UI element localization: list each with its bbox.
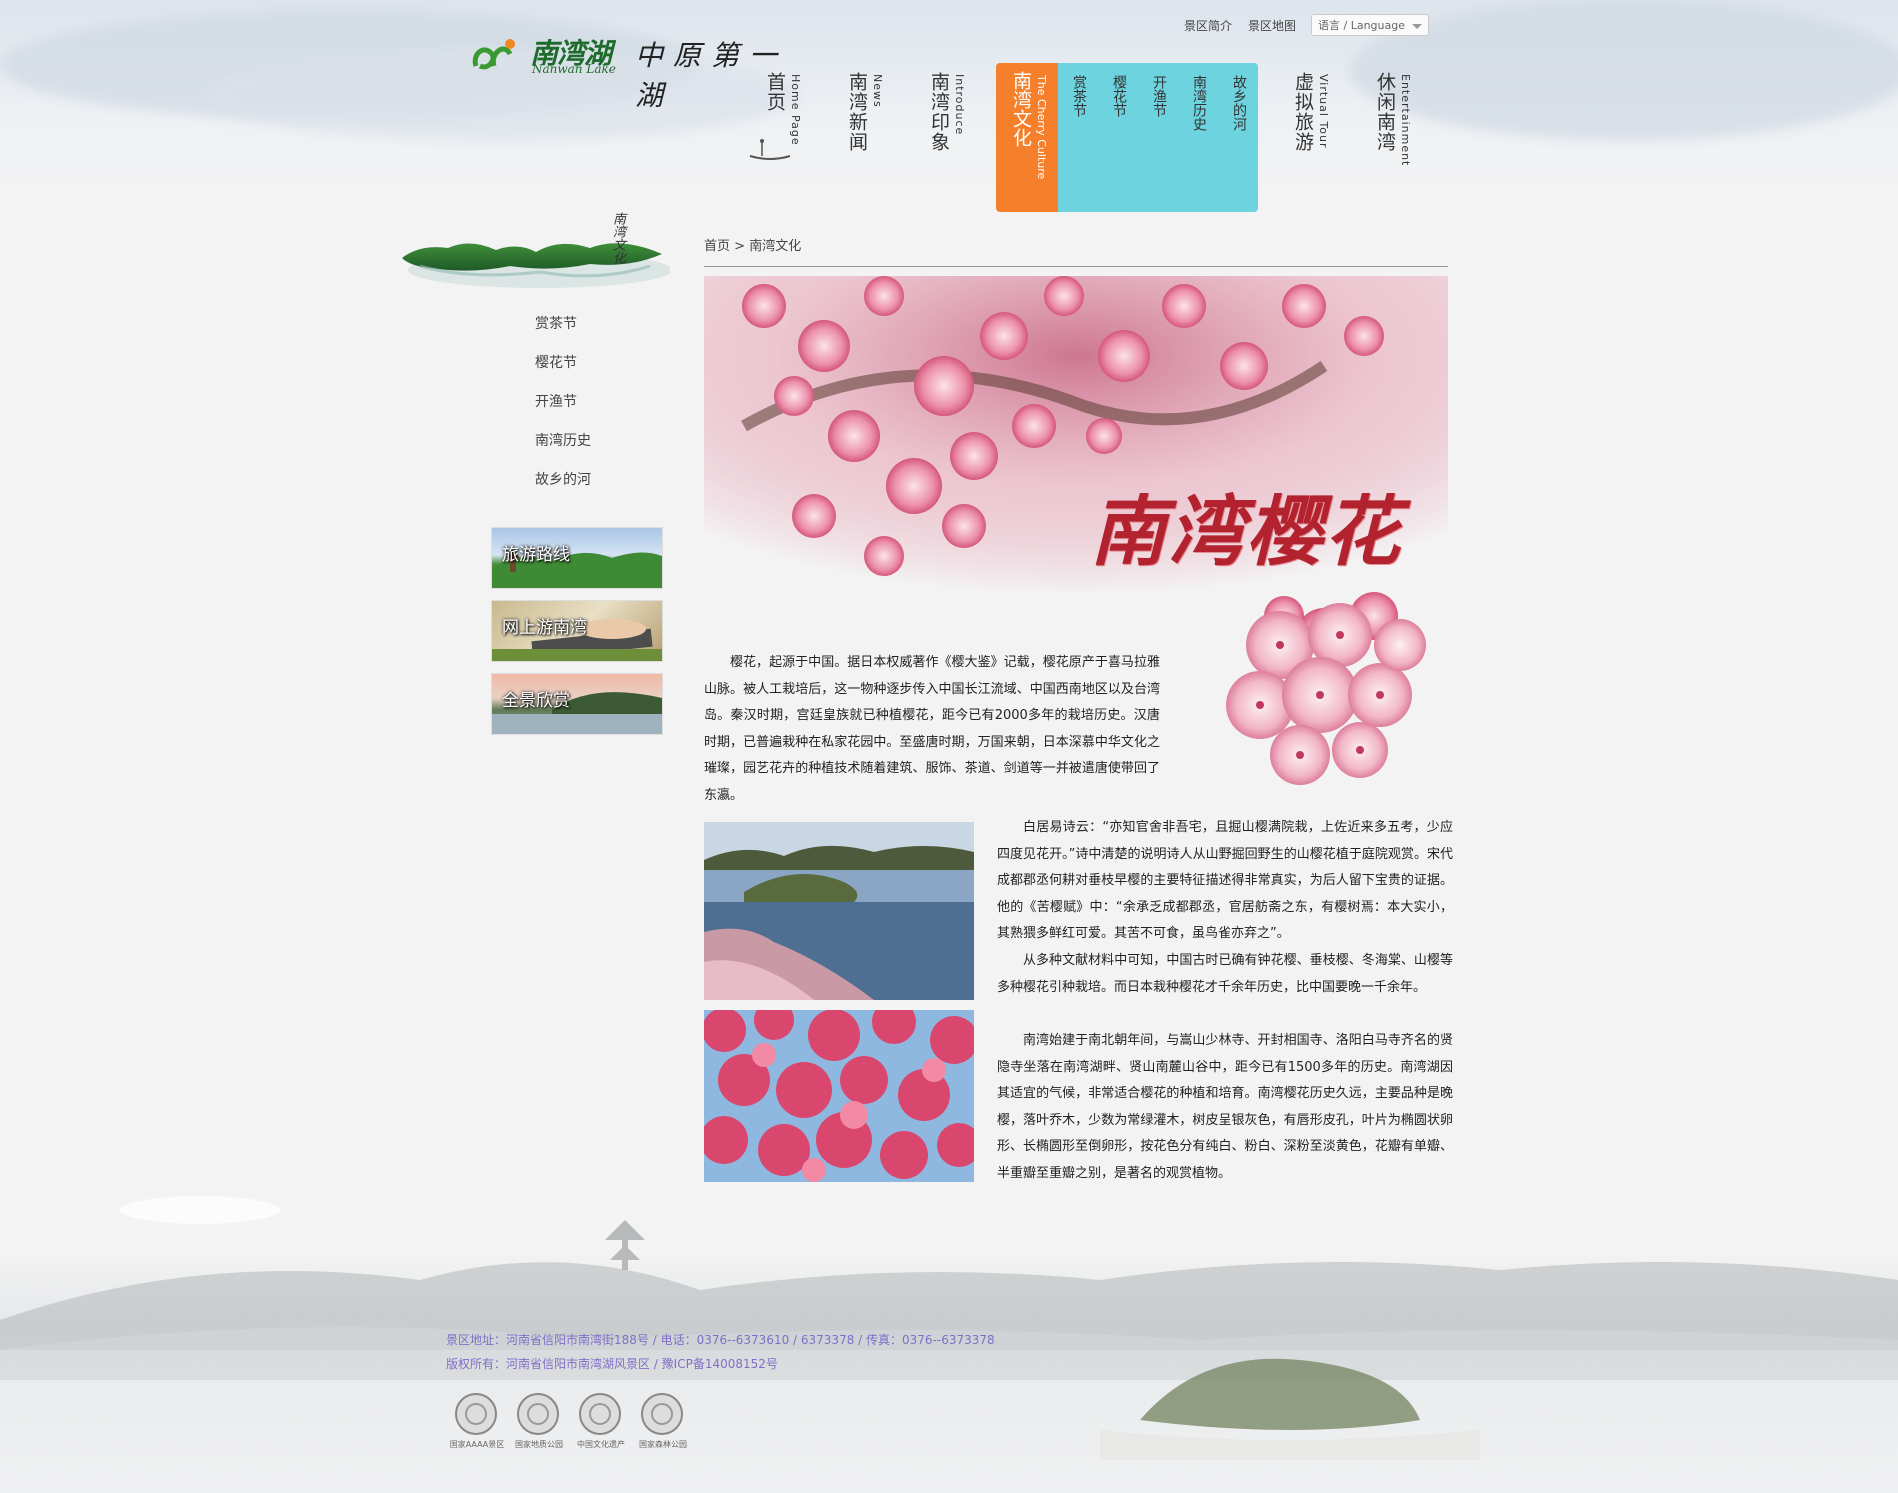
nav-news-en: News <box>871 74 884 108</box>
aaaa-badge-icon <box>455 1393 497 1435</box>
forest-park-badge: 国家森林公园 <box>636 1393 690 1449</box>
site-logo[interactable]: 南湾湖 Nanwan Lake 中原第一湖 <box>470 30 810 112</box>
sidebar-item-tea-festival[interactable]: 赏茶节 <box>535 313 577 333</box>
nav-entertainment-label: 休闲南湾 <box>1374 72 1396 152</box>
sidebar-item-cherry-festival[interactable]: 樱花节 <box>535 352 577 372</box>
sidebar-item-hometown-river[interactable]: 故乡的河 <box>535 469 591 489</box>
badge-label: 国家AAAA景区 <box>449 1440 505 1449</box>
lake-photo <box>704 822 974 1000</box>
culture-subnav: 赏茶节 樱花节 开渔节 南湾历史 故乡的河 <box>1058 63 1258 212</box>
nav-introduce-label: 南湾印象 <box>928 72 950 152</box>
tour-route-promo[interactable]: 旅游路线 <box>491 527 663 589</box>
nav-introduce-en: Introduce <box>953 74 966 136</box>
nav-news-label: 南湾新闻 <box>846 72 868 152</box>
nav-culture-label: 南湾文化 <box>1010 71 1032 147</box>
nav-home-label: 首页 <box>764 72 786 112</box>
cultural-heritage-badge: 中国文化遗产 <box>574 1393 628 1449</box>
geopark-badge-icon <box>517 1393 559 1435</box>
subnav-hometown-river[interactable]: 故乡的河 <box>1230 75 1247 131</box>
sidebar-banner: 南湾文化 <box>400 208 672 298</box>
sidebar-banner-text: 南湾文化 <box>610 212 625 264</box>
breadcrumb-home[interactable]: 首页 <box>704 239 730 254</box>
blossom-cluster-image <box>1226 603 1426 785</box>
subnav-history[interactable]: 南湾历史 <box>1190 75 1207 131</box>
breadcrumb-current[interactable]: 南湾文化 <box>749 239 801 254</box>
geopark-badge: 国家地质公园 <box>512 1393 566 1449</box>
logo-mark-icon <box>472 39 515 70</box>
chevron-down-icon <box>1412 24 1422 29</box>
nav-home-en: Home Page <box>789 74 802 146</box>
language-select[interactable]: 语言 / Language <box>1311 14 1429 36</box>
footer-copyright: 版权所有：河南省信阳市南湾湖风景区 / 豫ICP备14008152号 <box>446 1357 778 1371</box>
panorama-label: 全景欣赏 <box>502 691 570 711</box>
footer-address: 景区地址：河南省信阳市南湾街188号 / 电话：0376--6373610 / … <box>446 1333 995 1347</box>
tour-route-label: 旅游路线 <box>502 545 570 565</box>
island-illustration <box>402 243 672 288</box>
paragraph-literature: 从多种文献材料中可知，中国古时已确有钟花樱、垂枝樱、冬海棠、山樱等多种樱花引种栽… <box>997 953 1453 995</box>
breadcrumb: 首页 > 南湾文化 <box>704 235 801 254</box>
paragraph-nanwan-history: 南湾始建于南北朝年间，与嵩山少林寺、开封相国寺、洛阳白马寺齐名的贤隐寺坐落在南湾… <box>997 1033 1453 1181</box>
cultural-heritage-badge-icon <box>579 1393 621 1435</box>
sidebar-item-history[interactable]: 南湾历史 <box>535 430 591 450</box>
cherry-flowers-photo <box>704 1010 974 1182</box>
nav-entertainment-en: Entertainment <box>1399 74 1412 167</box>
subnav-fishing-festival[interactable]: 开渔节 <box>1150 75 1167 117</box>
paragraph-origin: 樱花，起源于中国。据日本权威著作《樱大鉴》记载，樱花原产于喜马拉雅山脉。被人工栽… <box>704 655 1160 803</box>
aaaa-scenic-badge: 国家AAAA景区 <box>450 1393 504 1449</box>
hero-title: 南湾樱花 <box>1090 487 1402 576</box>
online-tour-promo[interactable]: 网上游南湾 <box>491 600 663 662</box>
language-select-label: 语言 / Language <box>1318 19 1405 32</box>
scenic-intro-link[interactable]: 景区简介 <box>1184 17 1232 34</box>
breadcrumb-separator: > <box>730 239 750 254</box>
logo-subtitle: Nanwan Lake <box>532 62 616 76</box>
boat-icon <box>749 139 791 160</box>
badge-label: 国家森林公园 <box>639 1440 687 1449</box>
forest-park-badge-icon <box>641 1393 683 1435</box>
online-tour-label: 网上游南湾 <box>502 618 587 638</box>
subnav-tea-festival[interactable]: 赏茶节 <box>1070 75 1087 117</box>
panorama-promo[interactable]: 全景欣赏 <box>491 673 663 735</box>
subnav-cherry-festival[interactable]: 樱花节 <box>1110 75 1127 117</box>
nav-culture[interactable]: 南湾文化 The Cherry Culture <box>996 63 1058 212</box>
badge-label: 国家地质公园 <box>515 1440 563 1449</box>
breadcrumb-divider <box>704 266 1448 267</box>
paragraph-poetry: 白居易诗云：“亦知官舍非吾宅，且掘山樱满院栽，上佐近来多五考，少应四度见花开。”… <box>997 820 1453 941</box>
nav-virtual-tour-en: Virtual Tour <box>1317 74 1330 149</box>
badge-label: 中国文化遗产 <box>577 1440 625 1449</box>
sidebar-item-fishing-festival[interactable]: 开渔节 <box>535 391 577 411</box>
nav-virtual-tour-label: 虚拟旅游 <box>1292 72 1314 152</box>
nav-culture-en: The Cherry Culture <box>1035 75 1048 180</box>
scenic-map-link[interactable]: 景区地图 <box>1248 17 1296 34</box>
